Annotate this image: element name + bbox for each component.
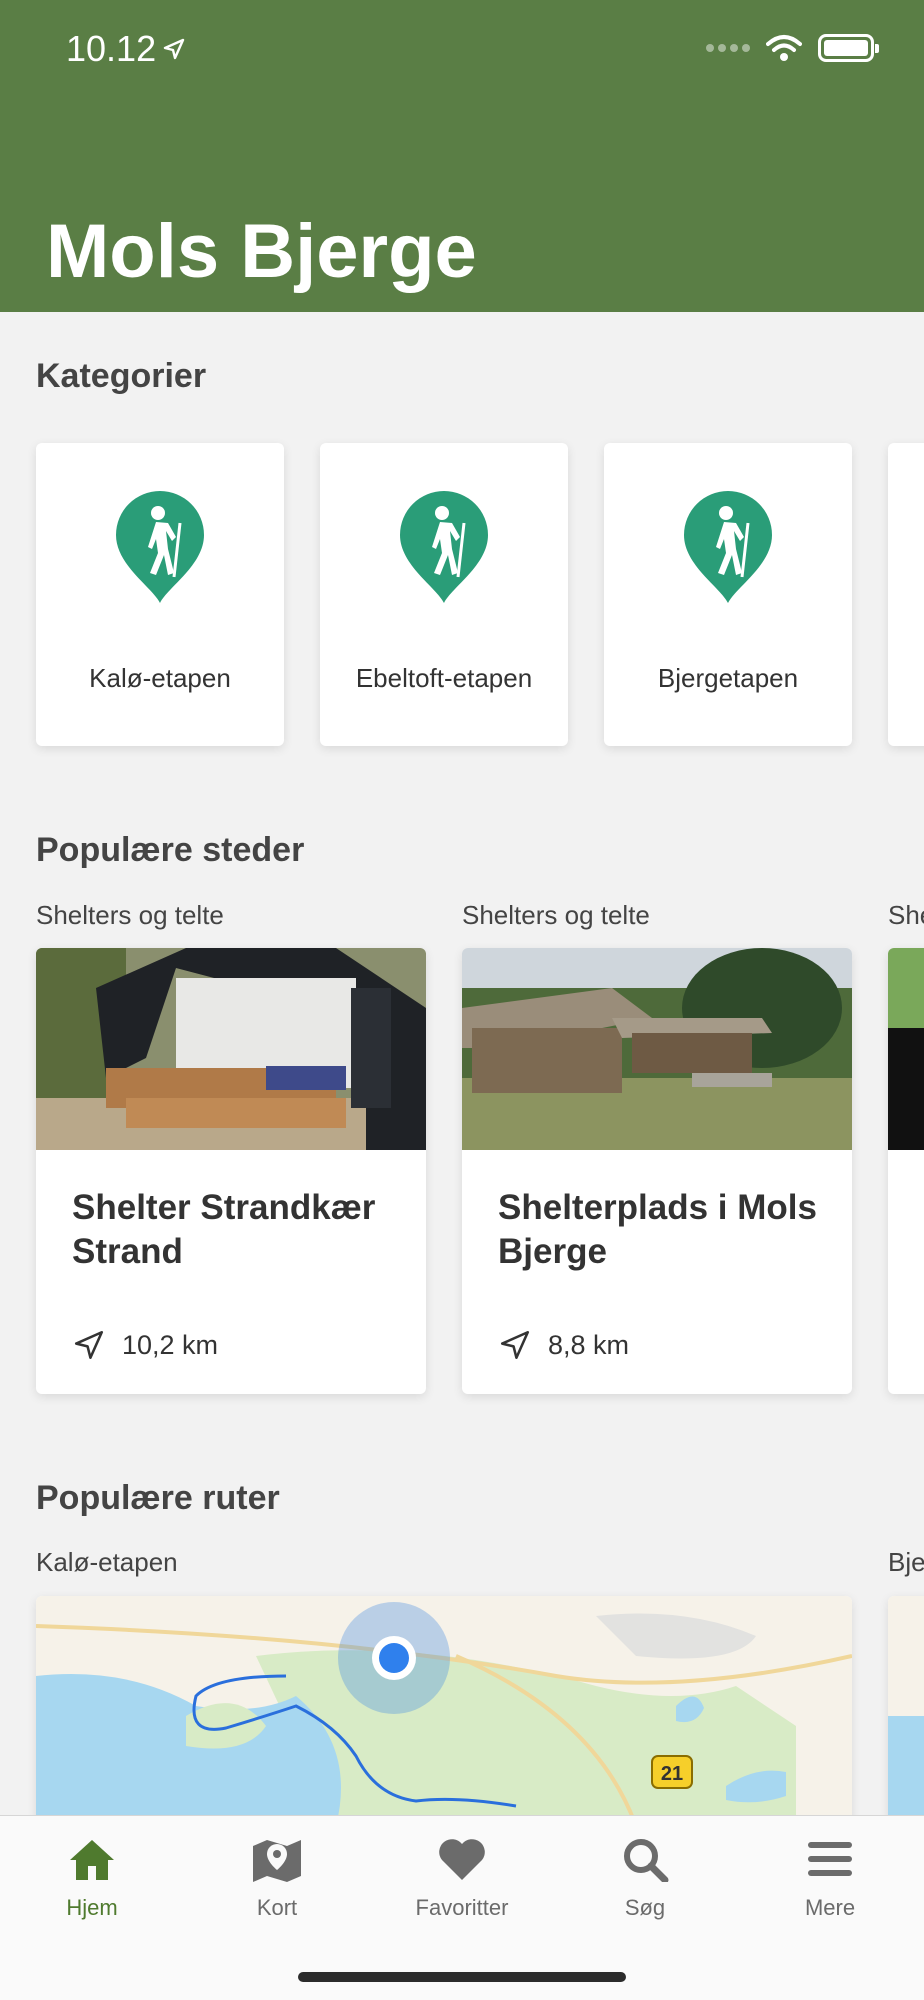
category-label: Kalø-etapen bbox=[89, 663, 231, 693]
home-indicator[interactable] bbox=[298, 1972, 626, 1982]
place-category: She bbox=[888, 900, 924, 930]
route-map-partial bbox=[888, 1596, 924, 1826]
tab-label: Mere bbox=[804, 1895, 856, 1920]
hiker-pin-icon bbox=[684, 491, 772, 603]
page-title: Mols Bjerge bbox=[46, 209, 477, 294]
cellular-signal-icon bbox=[706, 44, 750, 52]
tab-home[interactable]: Hjem bbox=[27, 1836, 157, 1921]
place-name: Shelterplads i Mols Bjerge bbox=[498, 1188, 817, 1271]
route-map: 21 bbox=[36, 1596, 852, 1826]
tab-label: Søg bbox=[624, 1895, 666, 1920]
location-arrow-icon bbox=[163, 38, 185, 60]
app-header: 10.12 Mols Bjerge bbox=[0, 0, 924, 312]
tab-more[interactable]: Mere bbox=[765, 1836, 895, 1921]
route-name: Bje bbox=[888, 1547, 924, 1577]
place-distance: 10,2 km bbox=[72, 1328, 218, 1362]
menu-icon bbox=[808, 1842, 852, 1876]
road-badge-21: 21 bbox=[661, 1763, 683, 1785]
place-photo-partial bbox=[888, 948, 924, 1150]
search-icon bbox=[624, 1839, 669, 1884]
place-category: Shelters og telte bbox=[462, 900, 650, 930]
tab-label: Hjem bbox=[66, 1895, 118, 1920]
status-icons bbox=[706, 34, 879, 62]
routes-title: Populære ruter bbox=[36, 1479, 280, 1517]
distance-value: 8,8 km bbox=[548, 1329, 630, 1360]
navigation-arrow-icon bbox=[500, 1330, 530, 1360]
tab-label: Kort bbox=[256, 1895, 298, 1920]
category-label: Ebeltoft-etapen bbox=[355, 663, 533, 693]
hiker-pin-icon bbox=[116, 491, 204, 603]
route-map-card[interactable]: 21 bbox=[36, 1596, 852, 1826]
category-card-ebeltoft[interactable]: Ebeltoft-etapen bbox=[320, 443, 568, 746]
tab-search[interactable]: Søg bbox=[580, 1836, 710, 1921]
place-card-shelter-strandkaer[interactable]: Shelter Strandkær Strand 10,2 km bbox=[36, 948, 426, 1394]
place-name: Shelter Strandkær Strand bbox=[72, 1188, 376, 1271]
categories-title: Kategorier bbox=[36, 357, 207, 395]
shelter-photo bbox=[462, 948, 852, 1150]
place-category: Shelters og telte bbox=[36, 900, 224, 930]
category-card-bjergetapen[interactable]: Bjergetapen bbox=[604, 443, 852, 746]
category-card-kalo[interactable]: Kalø-etapen bbox=[36, 443, 284, 746]
distance-value: 10,2 km bbox=[122, 1329, 219, 1360]
map-pin-icon bbox=[253, 1840, 301, 1882]
places-title: Populære steder bbox=[36, 831, 305, 869]
wifi-icon bbox=[766, 35, 802, 61]
place-distance: 8,8 km bbox=[498, 1328, 629, 1362]
place-card-partial[interactable] bbox=[888, 948, 924, 1394]
route-map-card-partial[interactable] bbox=[888, 1596, 924, 1826]
hiker-pin-icon bbox=[400, 491, 488, 603]
shelter-photo bbox=[36, 948, 426, 1150]
tab-favorites[interactable]: Favoritter bbox=[397, 1836, 527, 1921]
clock: 10.12 bbox=[66, 28, 157, 69]
tab-label: Favoritter bbox=[415, 1895, 509, 1920]
tab-map[interactable]: Kort bbox=[212, 1836, 342, 1921]
category-label: Bjergetapen bbox=[657, 663, 799, 693]
home-icon bbox=[70, 1840, 114, 1880]
battery-icon bbox=[818, 34, 879, 62]
route-name: Kalø-etapen bbox=[36, 1547, 178, 1577]
status-bar-time: 10.12 bbox=[66, 28, 186, 70]
category-card-partial[interactable] bbox=[888, 443, 924, 746]
navigation-arrow-icon bbox=[74, 1330, 104, 1360]
place-card-shelterplads[interactable]: Shelterplads i Mols Bjerge 8,8 km bbox=[462, 948, 852, 1394]
heart-icon bbox=[439, 1839, 485, 1880]
